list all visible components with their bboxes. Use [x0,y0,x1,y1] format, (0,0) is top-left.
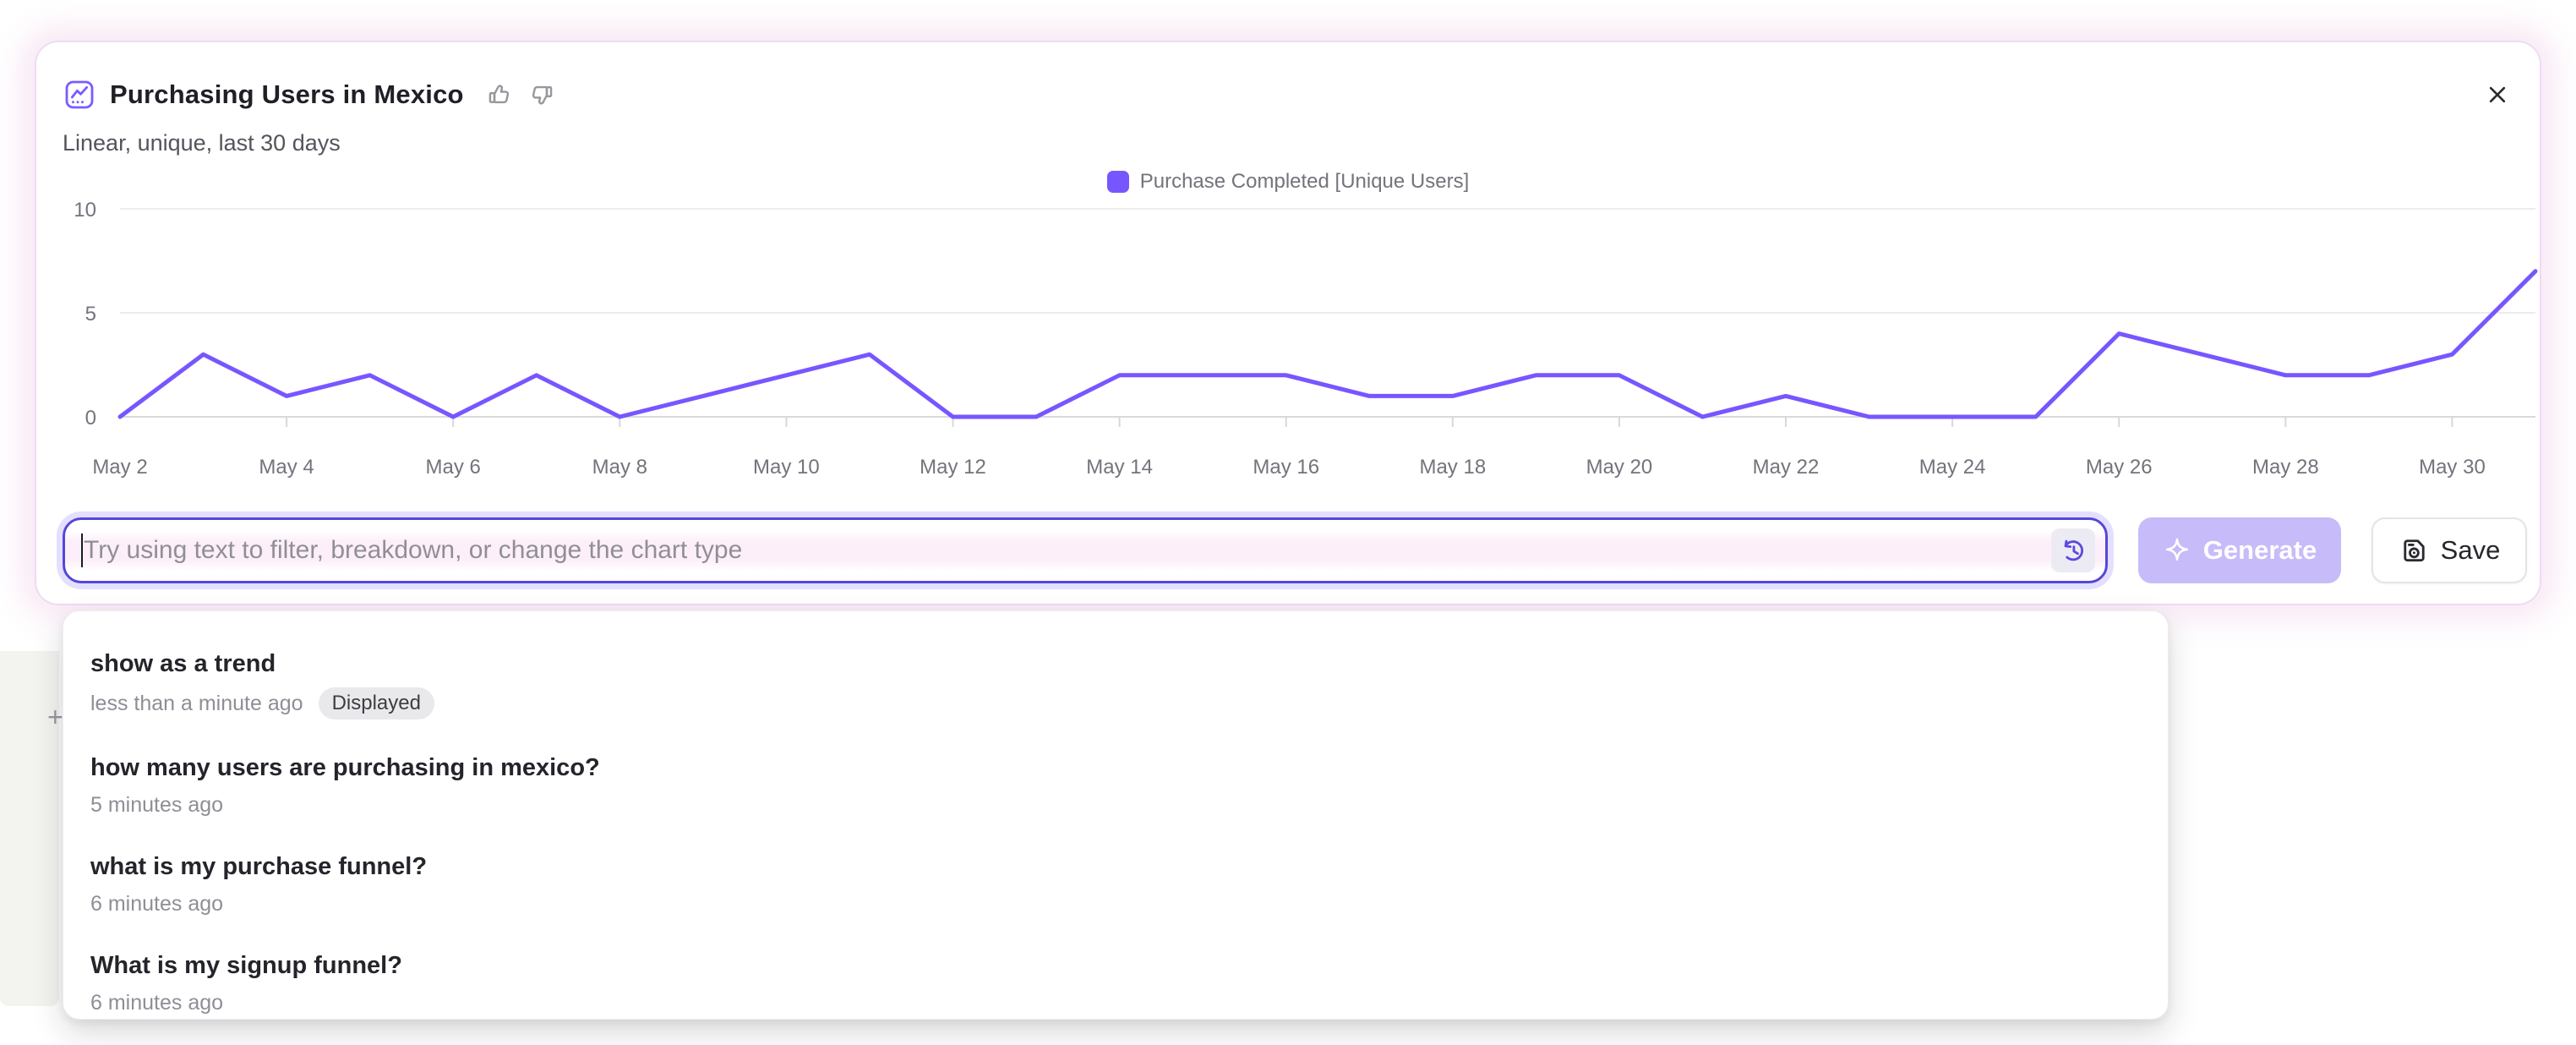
history-item-meta: 6 minutes ago [90,989,2141,1016]
x-axis-label: May 4 [259,456,314,479]
x-axis-label: May 14 [1086,456,1153,479]
insights-chart-icon [63,78,96,112]
feedback-buttons [486,81,555,108]
x-axis-label: May 8 [592,456,647,479]
history-item-meta: 5 minutes ago [90,791,2141,818]
displayed-badge: Displayed [319,687,434,719]
history-item-time: 6 minutes ago [90,890,223,917]
y-axis-label: 0 [85,407,96,429]
x-axis-label: May 24 [1919,456,1986,479]
generate-button[interactable]: Generate [2138,517,2341,583]
y-axis-label: 10 [74,199,96,222]
history-item-query: how many users are purchasing in mexico? [90,752,2141,784]
legend-swatch [1107,171,1129,193]
history-icon [2058,535,2088,566]
x-axis-label: May 30 [2419,456,2486,479]
text-caret [81,533,83,567]
ai-prompt-field [63,517,2108,583]
history-item-time: less than a minute ago [90,690,303,717]
x-axis-label: May 22 [1753,456,1820,479]
x-axis-label: May 26 [2086,456,2153,479]
history-item[interactable]: show as a trend less than a minute ago Dis… [63,632,2168,736]
x-axis-label: May 6 [426,456,481,479]
x-axis-label: May 20 [1586,456,1653,479]
legend-label: Purchase Completed [Unique Users] [1140,170,1470,194]
x-axis-label: May 12 [920,456,986,479]
x-axis-label: May 10 [753,456,820,479]
save-label: Save [2441,535,2501,566]
x-axis-label: May 16 [1253,456,1319,479]
page-title: Purchasing Users in Mexico [110,79,464,110]
line-chart-svg: 0 5 10 May 2 May 4 May 6 May 8 May 10 May 12 May … [63,194,2539,490]
chart-subtitle: Linear, unique, last 30 days [63,130,341,156]
history-item-query: what is my purchase funnel? [90,851,2141,883]
ai-chart-card: Purchasing Users in Mexico [36,42,2540,604]
history-item[interactable]: what is my purchase funnel? 6 minutes ago [63,834,2168,933]
history-item-meta: 6 minutes ago [90,890,2141,917]
add-button[interactable]: + [47,703,63,730]
save-button[interactable]: Save [2371,517,2527,583]
history-item-time: 6 minutes ago [90,989,223,1016]
ai-prompt-input[interactable] [65,520,2105,581]
history-item-query: show as a trend [90,648,2141,680]
history-item[interactable]: What is my signup funnel? 6 minutes ago [63,933,2168,1020]
x-axis-label: May 28 [2252,456,2319,479]
generate-label: Generate [2203,535,2317,566]
history-item[interactable]: how many users are purchasing in mexico?… [63,736,2168,834]
chart-data-line [120,271,2535,417]
history-button[interactable] [2051,528,2095,572]
thumbs-down-button[interactable] [528,81,555,108]
page: + Purchasing Users in Mexico [0,0,2576,1045]
close-icon [2483,80,2512,109]
history-item-meta: less than a minute ago Displayed [90,687,2141,719]
close-button[interactable] [2480,78,2514,112]
save-icon [2399,535,2429,566]
history-item-query: What is my signup funnel? [90,949,2141,982]
x-axis-label: May 2 [92,456,147,479]
history-item-time: 5 minutes ago [90,791,223,818]
x-axis-label: May 18 [1419,456,1486,479]
history-dropdown: show as a trend less than a minute ago Dis… [63,610,2169,1020]
card-header: Purchasing Users in Mexico [63,74,2514,115]
y-axis-label: 5 [85,303,96,326]
composer-row: Generate Save [63,517,2527,583]
thumbs-up-button[interactable] [486,81,513,108]
legend-item[interactable]: Purchase Completed [Unique Users] [36,169,2540,194]
sparkle-icon [2163,536,2191,565]
